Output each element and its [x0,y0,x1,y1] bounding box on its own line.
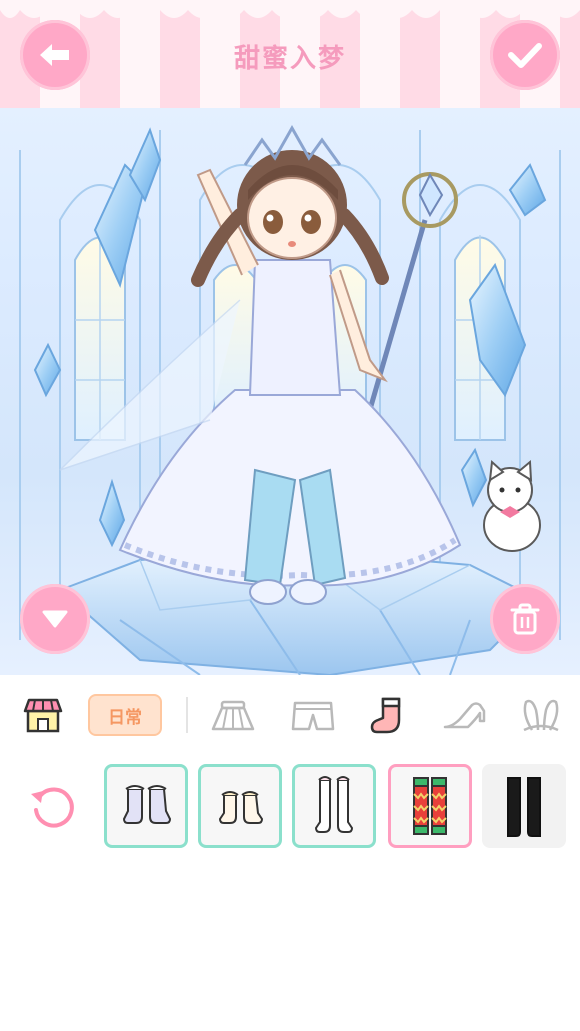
item-slot-black-socks[interactable] [482,764,566,848]
delete-button[interactable] [490,584,560,654]
checkmark-icon [508,43,542,68]
reset-button[interactable] [26,780,80,834]
white-lace-socks-icon [314,776,354,833]
red-green-socks-icon [413,777,447,835]
cream-socks-icon [218,791,264,824]
back-button[interactable] [20,20,90,90]
bunny-ears-icon [523,699,559,732]
trash-icon [510,603,540,635]
tab-shoes[interactable] [438,675,492,757]
dress-up-scene: 甜蜜入梦 [0,0,580,675]
shop-button[interactable] [18,675,68,757]
white-cat [483,459,541,552]
triangle-down-icon [42,610,68,628]
tab-headwear[interactable] [514,675,568,757]
shop-icon [23,698,63,733]
confirm-button[interactable] [490,20,560,90]
skirt-icon [211,700,255,731]
sock-icon [370,697,401,734]
item-slot-red-green-socks[interactable] [388,764,472,848]
banner-scallop [0,0,580,18]
arrow-left-icon [40,44,69,66]
lavender-socks-icon [122,785,172,824]
tab-shorts[interactable] [286,675,340,757]
item-slot-cream-socks[interactable] [198,764,282,848]
collapse-button[interactable] [20,584,90,654]
category-tag[interactable]: 日常 [88,694,162,736]
tab-socks[interactable] [362,675,416,757]
tab-skirt[interactable] [206,675,260,757]
toolbar-divider [186,697,188,733]
reset-icon [31,787,74,828]
item-slot-lavender-socks[interactable] [104,764,188,848]
black-socks-icon [507,777,541,837]
high-heel-icon [443,702,486,729]
item-slot-white-lace-socks[interactable] [292,764,376,848]
shorts-icon [291,701,335,731]
